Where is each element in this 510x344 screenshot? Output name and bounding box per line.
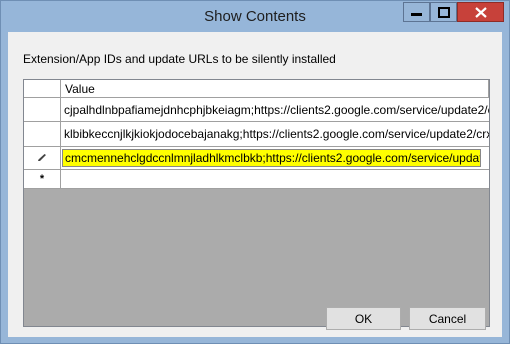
minimize-icon (411, 13, 422, 16)
cancel-button[interactable]: Cancel (409, 307, 486, 330)
title-bar[interactable]: Show Contents (1, 1, 509, 32)
row-header-new[interactable]: * (24, 170, 61, 189)
row-header-editing[interactable] (24, 147, 61, 170)
row-header[interactable] (24, 98, 61, 122)
column-header-value[interactable]: Value (61, 80, 489, 98)
grid-corner-header (24, 80, 61, 98)
values-grid[interactable]: Value cjpalhdlnbpafiamejdnhcphjbkeiagm;h… (23, 79, 490, 327)
new-row-asterisk-icon: * (39, 172, 45, 185)
grid-cell-value[interactable]: klbibkeccnjlkjkiokjodocebajanakg;https:/… (61, 122, 489, 147)
ok-button[interactable]: OK (326, 307, 401, 330)
description-label: Extension/App IDs and update URLs to be … (23, 52, 336, 66)
row-header[interactable] (24, 122, 61, 147)
dialog-window: Show Contents Extension/App IDs and upda… (0, 0, 510, 344)
pencil-edit-icon (38, 154, 46, 161)
close-button[interactable] (457, 2, 504, 22)
close-icon (474, 6, 487, 18)
grid-cell-value[interactable]: cjpalhdlnbpafiamejdnhcphjbkeiagm;https:/… (61, 98, 489, 122)
minimize-button[interactable] (403, 2, 430, 22)
dialog-body: Extension/App IDs and update URLs to be … (8, 32, 502, 337)
grid-cell-value-editing[interactable]: cmcmennehclgdccnlmnjladhlkmclbkb;https:/… (61, 147, 489, 170)
cell-edit-input[interactable]: cmcmennehclgdccnlmnjladhlkmclbkb;https:/… (62, 149, 481, 167)
grid-cell-new[interactable] (61, 170, 489, 189)
maximize-button[interactable] (430, 2, 457, 22)
maximize-icon (437, 6, 450, 18)
